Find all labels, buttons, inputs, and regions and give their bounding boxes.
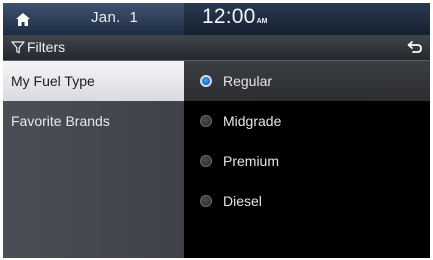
clock[interactable]: 12:00 AM <box>202 5 267 29</box>
menu-item-favorite-brands[interactable]: Favorite Brands <box>3 101 184 141</box>
fuel-type-options: Regular Midgrade Premium Diesel <box>184 61 430 258</box>
back-arrow-icon <box>407 41 422 53</box>
radio-unselected-icon <box>200 155 212 167</box>
clock-ampm: AM <box>256 18 268 25</box>
status-date: Jan. 1 <box>91 9 139 26</box>
option-premium[interactable]: Premium <box>184 141 430 181</box>
option-label: Premium <box>223 153 280 169</box>
radio-unselected-icon <box>200 115 212 127</box>
clock-time: 12:00 <box>202 5 256 28</box>
option-diesel[interactable]: Diesel <box>184 181 430 221</box>
option-regular[interactable]: Regular <box>184 61 430 101</box>
menu-item-label: My Fuel Type <box>11 73 95 89</box>
status-bar-left: Jan. 1 <box>3 3 184 35</box>
status-bar: Jan. 1 12:00 AM <box>3 3 430 35</box>
option-label: Diesel <box>223 193 262 209</box>
menu-item-label: Favorite Brands <box>11 113 110 129</box>
option-label: Regular <box>223 73 273 89</box>
option-midgrade[interactable]: Midgrade <box>184 101 430 141</box>
page-title: Filters <box>27 39 66 55</box>
filters-header: Filters <box>3 35 430 61</box>
home-button[interactable] <box>13 10 33 28</box>
head-unit-screen: Jan. 1 12:00 AM Filters My Fuel Type Fav… <box>3 3 430 258</box>
status-bar-right: 12:00 AM <box>184 3 430 35</box>
menu-item-my-fuel-type[interactable]: My Fuel Type <box>3 61 184 101</box>
radio-selected-icon <box>200 75 212 87</box>
filter-category-menu: My Fuel Type Favorite Brands <box>3 61 184 258</box>
back-button[interactable] <box>406 39 424 56</box>
home-icon <box>16 12 30 26</box>
option-label: Midgrade <box>223 113 282 129</box>
radio-unselected-icon <box>200 195 212 207</box>
funnel-icon <box>11 41 25 54</box>
